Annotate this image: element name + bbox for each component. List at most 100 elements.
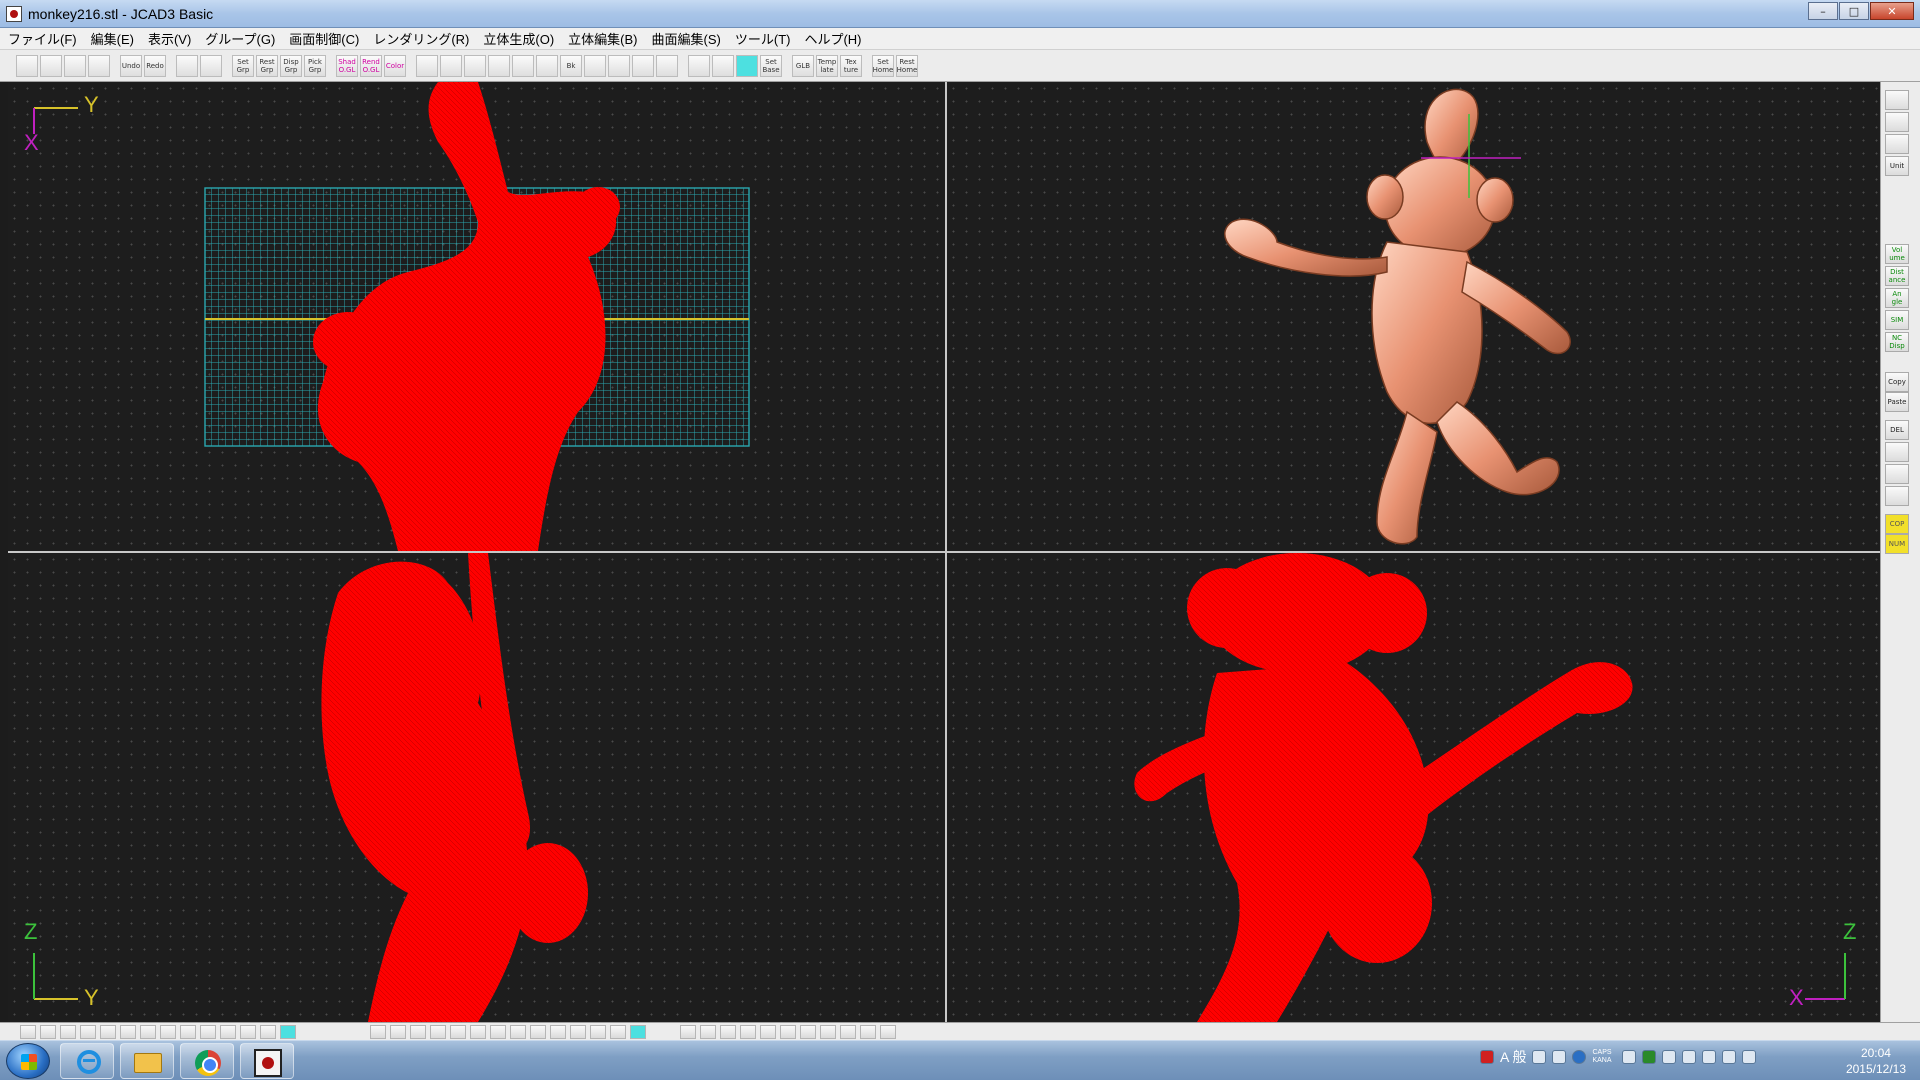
bottom-tool-5-icon[interactable] — [100, 1025, 116, 1039]
maximize-button[interactable]: □ — [1839, 2, 1869, 20]
grid-snap-icon[interactable] — [712, 54, 734, 77]
menu-solid-create[interactable]: 立体生成(O) — [483, 29, 554, 48]
cop-icon[interactable]: COP — [1885, 514, 1909, 534]
viewport-front-xz[interactable]: Z X — [947, 553, 1880, 1022]
unit-icon[interactable]: Unit — [1885, 156, 1909, 176]
glb-icon[interactable]: GLB — [792, 54, 814, 77]
ime-tools-icon[interactable] — [1552, 1050, 1567, 1064]
bottom-tool-20-icon[interactable] — [470, 1025, 486, 1039]
bottom-tool-25-icon[interactable] — [570, 1025, 586, 1039]
grid-a-icon[interactable] — [176, 54, 198, 77]
bottom-tool-22-icon[interactable] — [510, 1025, 526, 1039]
save-icon[interactable] — [64, 54, 86, 77]
viewport-top-xy[interactable]: Y X — [8, 82, 945, 551]
zoom-in-icon[interactable] — [416, 54, 438, 77]
menu-rendering[interactable]: レンダリング(R) — [373, 29, 469, 48]
grid-dots-icon[interactable] — [688, 54, 710, 77]
bottom-tool-10-icon[interactable] — [200, 1025, 216, 1039]
diamond-icon[interactable] — [1885, 134, 1909, 154]
bottom-tool-7-icon[interactable] — [140, 1025, 156, 1039]
viewport-perspective[interactable] — [947, 82, 1880, 551]
bottom-tool-15-icon[interactable] — [370, 1025, 386, 1039]
bottom-tool-3-icon[interactable] — [60, 1025, 76, 1039]
bottom-tool-18-icon[interactable] — [430, 1025, 446, 1039]
start-button[interactable] — [6, 1043, 50, 1079]
menu-tools[interactable]: ツール(T) — [735, 29, 791, 48]
zoom-window-icon[interactable] — [488, 54, 510, 77]
bottom-tool-14-icon[interactable] — [280, 1025, 296, 1039]
network-icon[interactable] — [1722, 1050, 1737, 1064]
frame-icon[interactable] — [656, 54, 678, 77]
texture-icon[interactable]: Tex ture — [840, 54, 862, 77]
bottom-tool-17-icon[interactable] — [410, 1025, 426, 1039]
taskbar-internet-explorer[interactable] — [60, 1043, 114, 1079]
set-base-icon[interactable]: Set Base — [760, 54, 782, 77]
bottom-tool-8-icon[interactable] — [160, 1025, 176, 1039]
rest-home-icon[interactable]: Rest Home — [896, 54, 918, 77]
menu-view[interactable]: 表示(V) — [148, 29, 191, 48]
pick-grp-icon[interactable]: Pick Grp — [304, 54, 326, 77]
bottom-tool-33-icon[interactable] — [760, 1025, 776, 1039]
ime-dictionary-icon[interactable] — [1532, 1050, 1547, 1064]
pan-hand-icon[interactable] — [536, 54, 558, 77]
open-folder-icon[interactable] — [40, 54, 62, 77]
bottom-tool-12-icon[interactable] — [240, 1025, 256, 1039]
help-icon[interactable] — [1572, 1050, 1587, 1064]
menu-group[interactable]: グループ(G) — [205, 29, 275, 48]
print-icon[interactable] — [88, 54, 110, 77]
bottom-tool-24-icon[interactable] — [550, 1025, 566, 1039]
bottom-tool-21-icon[interactable] — [490, 1025, 506, 1039]
app-icon[interactable] — [6, 5, 22, 22]
ime-mode[interactable]: A 般 — [1500, 1047, 1526, 1067]
set-grp-icon[interactable]: Set Grp — [232, 54, 254, 77]
zoom-fit-icon[interactable] — [464, 54, 486, 77]
rest-grp-icon[interactable]: Rest Grp — [256, 54, 278, 77]
shad-ogl-icon[interactable]: Shad O.GL — [336, 54, 358, 77]
tree-icon[interactable] — [1885, 486, 1909, 506]
security-icon[interactable] — [1480, 1050, 1494, 1064]
bottom-tool-32-icon[interactable] — [740, 1025, 756, 1039]
copy-icon[interactable]: Copy — [1885, 372, 1909, 392]
paste-icon[interactable]: Paste — [1885, 392, 1909, 412]
zoom-red-b-icon[interactable] — [608, 54, 630, 77]
zoom-red-c-icon[interactable] — [632, 54, 654, 77]
bottom-tool-30-icon[interactable] — [700, 1025, 716, 1039]
bottom-tool-39-icon[interactable] — [880, 1025, 896, 1039]
sim-icon[interactable]: SIM — [1885, 310, 1909, 330]
back-view-icon[interactable]: Bk — [560, 54, 582, 77]
set-home-icon[interactable]: Set Home — [872, 54, 894, 77]
viewport-side-yz[interactable]: Z Y — [8, 553, 945, 1022]
bottom-tool-29-icon[interactable] — [680, 1025, 696, 1039]
bottom-tool-26-icon[interactable] — [590, 1025, 606, 1039]
menu-solid-edit[interactable]: 立体編集(B) — [568, 29, 637, 48]
zoom-out-icon[interactable] — [440, 54, 462, 77]
grid-active-icon[interactable] — [736, 54, 758, 77]
grid-b-icon[interactable] — [200, 54, 222, 77]
minimize-button[interactable]: – — [1808, 2, 1838, 20]
taskbar-explorer[interactable] — [120, 1043, 174, 1079]
redo-icon[interactable]: Redo — [144, 54, 166, 77]
distance-icon[interactable]: Dist ance — [1885, 266, 1909, 286]
action-center-flag-icon[interactable] — [1702, 1050, 1717, 1064]
menu-edit[interactable]: 編集(E) — [91, 29, 134, 48]
disp-grp-icon[interactable]: Disp Grp — [280, 54, 302, 77]
rend-ogl-icon[interactable]: Rend O.GL — [360, 54, 382, 77]
bottom-tool-38-icon[interactable] — [860, 1025, 876, 1039]
tool-a-icon[interactable] — [1885, 442, 1909, 462]
taskbar-jcad[interactable] — [240, 1043, 294, 1079]
network-share-icon[interactable] — [1682, 1050, 1697, 1064]
delete-icon[interactable]: DEL — [1885, 420, 1909, 440]
taskbar-clock[interactable]: 20:04 2015/12/13 — [1846, 1045, 1906, 1077]
tool-b-icon[interactable] — [1885, 464, 1909, 484]
volume-icon[interactable] — [1742, 1050, 1757, 1064]
bottom-tool-35-icon[interactable] — [800, 1025, 816, 1039]
bottom-tool-19-icon[interactable] — [450, 1025, 466, 1039]
volume-icon[interactable]: Vol ume — [1885, 244, 1909, 264]
color-icon[interactable]: Color — [384, 54, 406, 77]
windows-icon[interactable] — [1662, 1050, 1677, 1064]
angle-icon[interactable]: An gle — [1885, 288, 1909, 308]
printer-3d-icon[interactable] — [1885, 112, 1909, 132]
viewport-divider-horizontal[interactable] — [8, 551, 1880, 553]
zoom-all-icon[interactable] — [512, 54, 534, 77]
undo-icon[interactable]: Undo — [120, 54, 142, 77]
